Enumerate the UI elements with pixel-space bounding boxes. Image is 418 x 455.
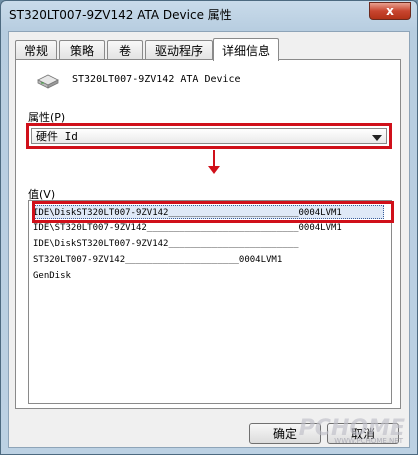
annotation-arrow-icon bbox=[208, 166, 220, 174]
value-highlight-box bbox=[32, 201, 394, 223]
value-list-item[interactable]: ST320LT007-9ZV142_____________________00… bbox=[33, 253, 282, 267]
value-list[interactable]: IDE\DiskST320LT007-9ZV142_______________… bbox=[28, 200, 392, 404]
value-list-item[interactable]: IDE\DiskST320LT007-9ZV142_______________… bbox=[33, 237, 299, 251]
property-selected-value: 硬件 Id bbox=[36, 130, 78, 143]
hard-disk-icon bbox=[37, 74, 59, 89]
chevron-down-icon[interactable] bbox=[372, 135, 382, 141]
properties-window: ST320LT007-9ZV142 ATA Device 属性 x 常规 策略 … bbox=[0, 0, 418, 455]
tab-general[interactable]: 常规 bbox=[15, 40, 57, 60]
property-highlight-box: 硬件 Id bbox=[26, 123, 392, 149]
value-list-item[interactable]: IDE\ST320LT007-9ZV142___________________… bbox=[33, 221, 342, 235]
window-title: ST320LT007-9ZV142 ATA Device 属性 bbox=[9, 8, 232, 22]
dialog-client: 常规 策略 卷 驱动程序 详细信息 ST320LT007-9ZV142 ATA … bbox=[8, 31, 410, 448]
value-list-item[interactable]: GenDisk bbox=[33, 269, 71, 283]
device-name: ST320LT007-9ZV142 ATA Device bbox=[72, 74, 241, 85]
title-bar[interactable]: ST320LT007-9ZV142 ATA Device 属性 x bbox=[1, 1, 417, 27]
tab-policies[interactable]: 策略 bbox=[59, 40, 105, 60]
tab-volumes[interactable]: 卷 bbox=[107, 40, 143, 60]
property-dropdown[interactable]: 硬件 Id bbox=[31, 128, 387, 144]
close-button[interactable]: x bbox=[369, 2, 411, 20]
tab-details[interactable]: 详细信息 bbox=[213, 38, 279, 61]
annotation-arrow-line bbox=[213, 150, 215, 167]
details-panel: ST320LT007-9ZV142 ATA Device 属性(P) 硬件 Id… bbox=[15, 59, 401, 409]
close-icon: x bbox=[386, 4, 394, 18]
pchome-watermark-url: WWW.PCHOME.NET bbox=[334, 437, 403, 445]
tab-driver[interactable]: 驱动程序 bbox=[145, 40, 213, 60]
